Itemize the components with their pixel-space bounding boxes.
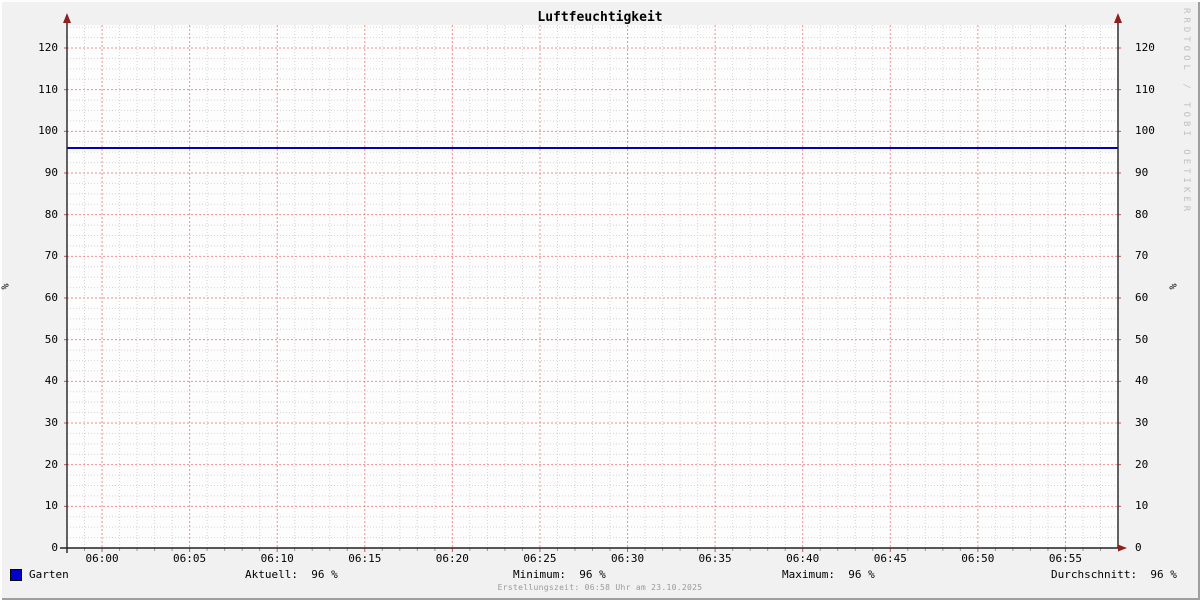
x-tick-label: 06:20 [430,553,474,565]
x-tick-label: 06:30 [606,553,650,565]
y-tick-label-left: 40 [26,375,58,387]
legend-series-label: Garten [29,568,69,581]
x-tick-label: 06:35 [693,553,737,565]
x-tick-label: 06:05 [168,553,212,565]
creation-timestamp: Erstellungszeit: 06:58 Uhr am 23.10.2025 [0,583,1200,592]
stat-maximum: Maximum: 96 % [782,568,875,581]
y-tick-label-left: 50 [26,334,58,346]
x-tick-label: 06:50 [956,553,1000,565]
y-tick-label-right: 50 [1135,334,1167,346]
page-title: Luftfeuchtigkeit [0,10,1200,25]
y-tick-label-right: 40 [1135,375,1167,387]
y-tick-label-right: 100 [1135,125,1167,137]
y-tick-label-left: 0 [26,542,58,554]
y-tick-label-left: 60 [26,292,58,304]
y-tick-label-left: 90 [26,167,58,179]
y-tick-label-left: 10 [26,500,58,512]
y-tick-label-left: 110 [26,84,58,96]
rrd-graph: Luftfeuchtigkeit RRDTOOL / TOBI OETIKER … [0,0,1200,600]
plot-area [0,0,1200,600]
x-tick-label: 06:55 [1043,553,1087,565]
x-tick-label: 06:10 [255,553,299,565]
y-tick-label-right: 60 [1135,292,1167,304]
stat-durchschnitt: Durchschnitt: 96 % [1051,568,1177,581]
x-tick-label: 06:40 [781,553,825,565]
y-axis-unit-right: % [1169,283,1180,289]
y-tick-label-right: 90 [1135,167,1167,179]
x-tick-label: 06:45 [868,553,912,565]
y-tick-label-right: 70 [1135,250,1167,262]
x-tick-label: 06:00 [80,553,124,565]
y-tick-label-right: 10 [1135,500,1167,512]
y-tick-label-left: 20 [26,459,58,471]
y-tick-label-right: 110 [1135,84,1167,96]
y-tick-label-right: 0 [1135,542,1167,554]
stat-minimum: Minimum: 96 % [513,568,606,581]
y-tick-label-left: 70 [26,250,58,262]
rrdtool-watermark: RRDTOOL / TOBI OETIKER [1181,8,1191,215]
y-tick-label-right: 30 [1135,417,1167,429]
y-tick-label-left: 120 [26,42,58,54]
x-tick-label: 06:25 [518,553,562,565]
y-axis-unit-left: % [1,283,12,289]
y-tick-label-left: 80 [26,209,58,221]
y-tick-label-left: 30 [26,417,58,429]
stat-aktuell: Aktuell: 96 % [245,568,338,581]
y-tick-label-right: 120 [1135,42,1167,54]
legend-swatch-garten [10,569,22,581]
y-tick-label-right: 80 [1135,209,1167,221]
y-tick-label-left: 100 [26,125,58,137]
x-tick-label: 06:15 [343,553,387,565]
y-tick-label-right: 20 [1135,459,1167,471]
